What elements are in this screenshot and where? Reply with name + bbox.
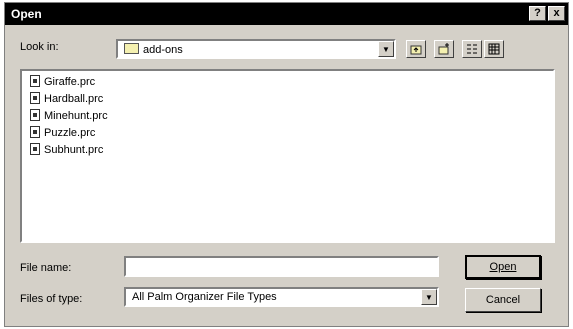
list-view-button[interactable] xyxy=(462,40,482,58)
file-name-input[interactable] xyxy=(124,256,439,277)
file-icon xyxy=(30,75,40,87)
cancel-button-label: Cancel xyxy=(485,294,521,306)
look-in-label: Look in: xyxy=(20,41,59,53)
chevron-down-icon[interactable]: ▼ xyxy=(421,289,437,305)
file-name: Puzzle.prc xyxy=(44,127,96,139)
file-name-label: File name: xyxy=(20,262,72,274)
file-icon xyxy=(30,92,40,104)
folder-icon xyxy=(124,43,139,54)
file-item-hardball[interactable]: Hardball.prc xyxy=(30,92,103,107)
details-view-button[interactable] xyxy=(484,40,504,58)
chevron-down-icon[interactable]: ▼ xyxy=(378,41,394,57)
file-name: Giraffe.prc xyxy=(44,76,96,88)
file-icon xyxy=(30,109,40,121)
file-item-puzzle[interactable]: Puzzle.prc xyxy=(30,126,95,141)
help-button[interactable]: ? xyxy=(529,6,546,21)
file-item-minehunt[interactable]: Minehunt.prc xyxy=(30,109,108,124)
look-in-value-wrap: add-ons xyxy=(124,43,183,56)
file-name: Minehunt.prc xyxy=(44,110,108,122)
list-view-icon xyxy=(467,44,477,54)
file-item-giraffe[interactable]: Giraffe.prc xyxy=(30,75,95,90)
title-bar[interactable]: Open ? x xyxy=(5,3,568,25)
files-of-type-value: All Palm Organizer File Types xyxy=(132,291,277,303)
file-icon xyxy=(30,143,40,155)
up-folder-icon xyxy=(410,45,422,55)
file-name: Subhunt.prc xyxy=(44,144,104,156)
file-icon xyxy=(30,126,40,138)
new-folder-button[interactable] xyxy=(434,40,454,58)
cancel-button[interactable]: Cancel xyxy=(465,288,541,312)
open-button-label: Open xyxy=(489,261,517,273)
files-of-type-dropdown[interactable]: All Palm Organizer File Types ▼ xyxy=(124,287,439,307)
open-dialog: Open ? x Look in: add-ons ▼ Giraffe.prc … xyxy=(4,2,569,327)
new-folder-icon xyxy=(438,43,449,55)
file-list[interactable]: Giraffe.prc Hardball.prc Minehunt.prc Pu… xyxy=(20,69,555,243)
open-button[interactable]: Open xyxy=(465,255,541,279)
files-of-type-label: Files of type: xyxy=(20,293,83,305)
dialog-title: Open xyxy=(11,7,42,21)
look-in-dropdown[interactable]: add-ons ▼ xyxy=(116,39,396,59)
close-button[interactable]: x xyxy=(548,6,565,21)
details-view-icon xyxy=(488,43,500,55)
up-one-level-button[interactable] xyxy=(406,40,426,58)
file-item-subhunt[interactable]: Subhunt.prc xyxy=(30,143,103,158)
look-in-value: add-ons xyxy=(143,44,183,56)
file-name: Hardball.prc xyxy=(44,93,104,105)
